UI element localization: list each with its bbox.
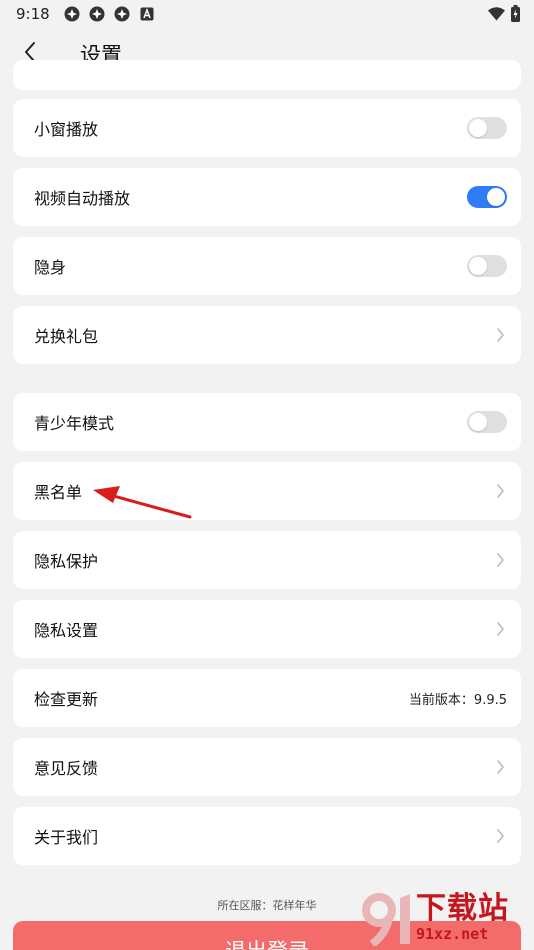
setting-item-about-us[interactable]: 关于我们	[13, 807, 521, 865]
autoplay-toggle[interactable]	[467, 186, 507, 208]
setting-label: 关于我们	[34, 828, 99, 847]
setting-item-blacklist[interactable]: 黑名单	[13, 462, 521, 520]
setting-label: 兑换礼包	[34, 327, 99, 346]
setting-label: 视频自动播放	[34, 189, 131, 208]
setting-item-privacy-protection[interactable]: 隐私保护	[13, 531, 521, 589]
mini-window-toggle[interactable]	[467, 117, 507, 139]
chevron-right-icon	[493, 328, 507, 342]
status-bar: 9:18	[0, 0, 534, 28]
app-notification-icon	[64, 6, 80, 22]
teen-mode-toggle[interactable]	[467, 411, 507, 433]
setting-label: 隐私保护	[34, 552, 99, 571]
chevron-right-icon	[493, 760, 507, 774]
chevron-right-icon	[493, 553, 507, 567]
setting-label: 小窗播放	[34, 120, 99, 139]
setting-item-redeem-gift[interactable]: 兑换礼包	[13, 306, 521, 364]
setting-item-mini-window[interactable]: 小窗播放	[13, 99, 521, 157]
setting-item-invisible[interactable]: 隐身	[13, 237, 521, 295]
watermark-logo-icon	[362, 890, 414, 948]
setting-item-autoplay[interactable]: 视频自动播放	[13, 168, 521, 226]
setting-item-privacy-settings[interactable]: 隐私设置	[13, 600, 521, 658]
watermark-url: 91xz.net	[416, 925, 489, 943]
app-notification-icon	[89, 6, 105, 22]
chevron-right-icon	[493, 622, 507, 636]
setting-item-teen-mode[interactable]: 青少年模式	[13, 393, 521, 451]
wifi-icon	[488, 6, 505, 25]
setting-label: 隐私设置	[34, 621, 99, 640]
app-notification-icon	[114, 6, 130, 22]
watermark-title: 下载站	[416, 891, 509, 926]
battery-icon	[511, 5, 520, 26]
setting-label: 黑名单	[34, 483, 83, 502]
logout-label: 退出登录	[225, 935, 309, 950]
watermark: 下载站 91xz.net	[362, 888, 532, 948]
version-text: 当前版本：9.9.5	[408, 692, 507, 708]
keyboard-a-icon	[139, 6, 155, 22]
setting-item-check-update[interactable]: 检查更新 当前版本：9.9.5	[13, 669, 521, 727]
chevron-right-icon	[493, 484, 507, 498]
setting-label: 意见反馈	[34, 759, 99, 778]
setting-label: 青少年模式	[34, 414, 115, 433]
setting-label: 隐身	[34, 258, 67, 277]
status-time: 9:18	[16, 5, 50, 23]
invisible-toggle[interactable]	[467, 255, 507, 277]
chevron-right-icon	[493, 829, 507, 843]
partial-card-above	[13, 60, 521, 90]
setting-item-feedback[interactable]: 意见反馈	[13, 738, 521, 796]
setting-label: 检查更新	[34, 690, 99, 709]
